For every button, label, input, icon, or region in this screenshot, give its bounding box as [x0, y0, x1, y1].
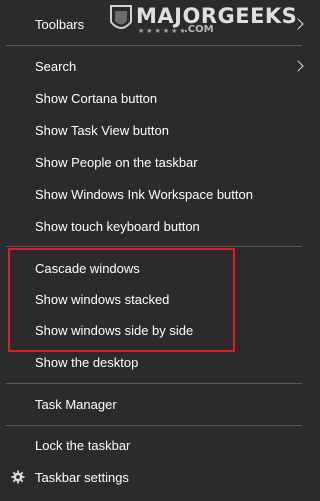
menu-item-cascade-windows[interactable]: Cascade windows [0, 254, 312, 282]
menu-separator [6, 383, 302, 384]
chevron-right-icon [292, 60, 304, 72]
menu-item-label: Cascade windows [35, 260, 140, 276]
menu-separator [6, 425, 302, 426]
taskbar-context-menu: MAJORGEEKS ★★★★★★ .COM Toolbars Search S… [0, 0, 312, 501]
menu-item-show-task-view-button[interactable]: Show Task View button [0, 116, 312, 144]
chevron-right-icon [292, 18, 304, 30]
menu-item-label: Lock the taskbar [35, 437, 131, 453]
menu-item-toolbars[interactable]: Toolbars [0, 10, 312, 38]
menu-item-label: Show People on the taskbar [35, 154, 198, 170]
gear-icon [11, 470, 25, 484]
menu-item-search[interactable]: Search [0, 52, 312, 80]
menu-item-label: Show windows side by side [35, 322, 194, 338]
menu-separator [6, 246, 302, 247]
menu-item-task-manager[interactable]: Task Manager [0, 390, 312, 418]
menu-item-taskbar-settings[interactable]: Taskbar settings [0, 463, 312, 491]
menu-item-label: Taskbar settings [35, 469, 129, 485]
menu-item-show-windows-side-by-side[interactable]: Show windows side by side [0, 316, 312, 344]
menu-separator [6, 45, 302, 46]
menu-item-show-touch-keyboard[interactable]: Show touch keyboard button [0, 212, 312, 240]
menu-item-show-windows-stacked[interactable]: Show windows stacked [0, 285, 312, 313]
menu-item-label: Show touch keyboard button [35, 218, 200, 234]
menu-item-label: Show the desktop [35, 354, 139, 370]
menu-item-label: Toolbars [35, 16, 85, 32]
menu-item-label: Search [35, 58, 77, 74]
menu-item-show-people[interactable]: Show People on the taskbar [0, 148, 312, 176]
menu-item-label: Show windows stacked [35, 291, 170, 307]
menu-item-show-the-desktop[interactable]: Show the desktop [0, 348, 312, 376]
menu-item-label: Show Windows Ink Workspace button [35, 186, 253, 202]
menu-item-lock-the-taskbar[interactable]: Lock the taskbar [0, 431, 312, 459]
menu-item-show-cortana-button[interactable]: Show Cortana button [0, 84, 312, 112]
menu-item-show-windows-ink[interactable]: Show Windows Ink Workspace button [0, 180, 312, 208]
menu-item-label: Show Cortana button [35, 90, 158, 106]
menu-item-label: Show Task View button [35, 122, 169, 138]
menu-item-label: Task Manager [35, 396, 117, 412]
